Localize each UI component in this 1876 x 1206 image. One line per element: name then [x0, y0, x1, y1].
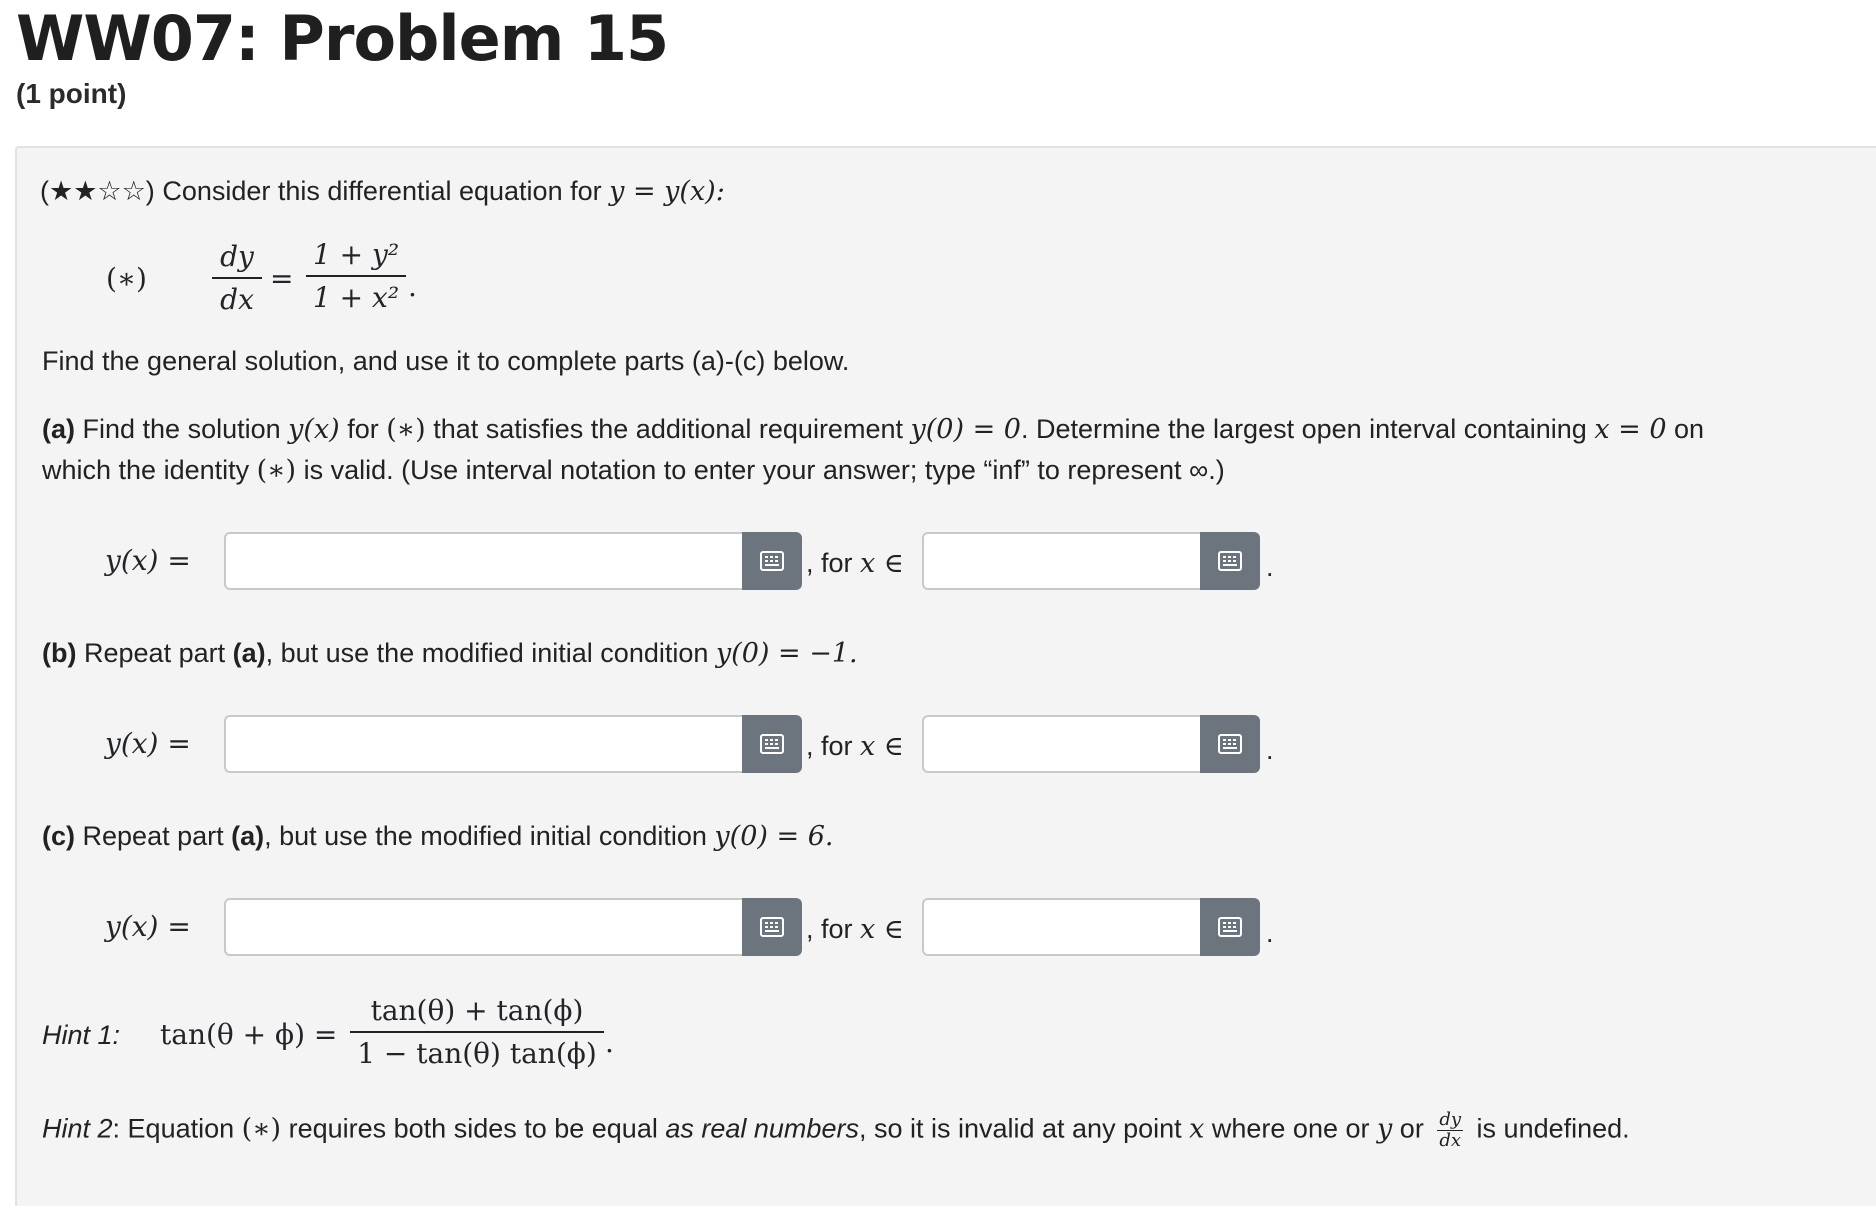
hint2-text: where one or: [1211, 1113, 1370, 1144]
grid-icon: [1218, 551, 1242, 571]
part-a-text: is valid. (Use interval notation to ente…: [303, 455, 1225, 485]
answer-b-function-input[interactable]: [224, 715, 744, 773]
part-a-math: x = 0: [1594, 414, 1667, 445]
part-a-text: which the identity: [42, 455, 250, 485]
part-a-text: Find the solution: [82, 414, 281, 444]
for-text: , for: [806, 914, 853, 944]
hint2-line: Hint 2: Equation (∗) requires both sides…: [42, 1110, 1630, 1151]
answer-c-end: .: [1266, 918, 1274, 948]
page-title: WW07: Problem 15: [16, 2, 669, 75]
part-c-label: (c): [42, 821, 75, 851]
hint2-label: Hint 2: [42, 1113, 113, 1144]
hint2-text: or: [1399, 1113, 1424, 1144]
intro-line: (★★☆☆) Consider this differential equati…: [40, 176, 725, 207]
grid-icon: [760, 917, 784, 937]
equation-editor-button[interactable]: [1200, 715, 1260, 773]
hint2-math: y: [1377, 1113, 1393, 1145]
rhs-numerator: 1 + y²: [306, 238, 406, 277]
equation-editor-button[interactable]: [742, 898, 802, 956]
intro-text: Consider this differential equation for: [162, 176, 602, 206]
in-math: x ∈: [860, 548, 904, 579]
hint2-text: is undefined.: [1476, 1113, 1630, 1144]
hint1-denominator: 1 − tan(θ) tan(ϕ): [357, 1037, 597, 1070]
hint2-text: , so it is invalid at any point: [858, 1113, 1182, 1144]
part-b-math: y(0) = −1.: [715, 638, 858, 669]
hint2-text: : Equation: [112, 1113, 235, 1144]
grid-icon: [1218, 917, 1242, 937]
equation-equals: =: [270, 262, 294, 295]
part-b-line: (b) Repeat part (a), but use the modifie…: [42, 638, 858, 669]
equation-label: (∗): [106, 262, 147, 295]
equation-end: .: [408, 270, 417, 303]
answer-c-lhs: y(x) =: [105, 910, 191, 943]
equation-rhs-fraction: 1 + y² 1 + x²: [306, 238, 406, 314]
answer-a-function-input[interactable]: [224, 532, 744, 590]
part-a-text: on: [1674, 414, 1705, 444]
equation-editor-button[interactable]: [1200, 532, 1260, 590]
part-a-math: (∗): [386, 414, 426, 445]
grid-icon: [760, 551, 784, 571]
hint2-fraction: dy dx: [1437, 1109, 1464, 1151]
answer-a-lhs: y(x) =: [105, 544, 191, 577]
answer-b-interval-input[interactable]: [922, 715, 1202, 773]
part-a-math: (∗): [256, 455, 297, 486]
answer-a-for: , for x ∈: [806, 548, 904, 579]
hint1-label: Hint 1:: [42, 1020, 121, 1050]
hint2-frac-den: dx: [1439, 1130, 1462, 1151]
part-a-text: for: [347, 414, 379, 444]
answer-b-for: , for x ∈: [806, 731, 904, 762]
answer-a-end: .: [1266, 552, 1274, 582]
part-c-text: Repeat part: [82, 821, 224, 851]
part-c-text: , but use the modified initial condition: [264, 821, 707, 851]
part-a-text: . Determine the largest open interval co…: [1020, 414, 1587, 444]
hint1-numerator: tan(θ) + tan(ϕ): [350, 994, 604, 1033]
lhs-numerator: dy: [212, 240, 262, 279]
part-a-line2: which the identity (∗) is valid. (Use in…: [42, 455, 1225, 486]
grid-icon: [1218, 734, 1242, 754]
in-math: x ∈: [860, 914, 904, 945]
hint1-lhs: tan(θ + ϕ) =: [160, 1018, 338, 1051]
answer-c-function-input[interactable]: [224, 898, 744, 956]
in-math: x ∈: [860, 731, 904, 762]
equation-lhs-fraction: dy dx: [212, 240, 262, 316]
hint2-frac-num: dy: [1437, 1109, 1464, 1131]
part-c-line: (c) Repeat part (a), but use the modifie…: [42, 821, 833, 852]
part-b-label: (b): [42, 638, 77, 668]
lhs-denominator: dx: [220, 283, 254, 316]
part-a-text: that satisfies the additional requiremen…: [433, 414, 903, 444]
answer-b-lhs: y(x) =: [105, 727, 191, 760]
difficulty-stars: (★★☆☆): [40, 176, 155, 206]
part-a-label: (a): [42, 414, 75, 444]
equation-editor-button[interactable]: [742, 532, 802, 590]
for-text: , for: [806, 731, 853, 761]
part-a-line1: (a) Find the solution y(x) for (∗) that …: [42, 414, 1704, 445]
answer-b-end: .: [1266, 735, 1274, 765]
part-a-math: y(0) = 0: [910, 414, 1021, 445]
part-b-ref: (a): [232, 638, 266, 668]
hint1-fraction: tan(θ) + tan(ϕ) 1 − tan(θ) tan(ϕ): [350, 994, 604, 1070]
grid-icon: [760, 734, 784, 754]
equation-editor-button[interactable]: [742, 715, 802, 773]
hint1-end: .: [605, 1026, 614, 1059]
answer-c-for: , for x ∈: [806, 914, 904, 945]
hint2-text: requires both sides to be equal: [288, 1113, 658, 1144]
part-c-math: y(0) = 6.: [714, 821, 834, 852]
answer-a-interval-input[interactable]: [922, 532, 1202, 590]
for-text: , for: [806, 548, 853, 578]
part-b-text: , but use the modified initial condition: [265, 638, 709, 668]
hint2-math: x: [1189, 1113, 1205, 1145]
hint2-emphasis: as real numbers: [665, 1113, 859, 1144]
hint2-math: (∗): [241, 1113, 282, 1145]
rhs-denominator: 1 + x²: [312, 281, 400, 314]
part-c-ref: (a): [231, 821, 265, 851]
answer-c-interval-input[interactable]: [922, 898, 1202, 956]
part-b-text: Repeat part: [84, 638, 226, 668]
part-a-math: y(x): [288, 414, 340, 445]
general-instruction: Find the general solution, and use it to…: [42, 346, 850, 376]
intro-math: y = y(x):: [609, 176, 725, 207]
equation-editor-button[interactable]: [1200, 898, 1260, 956]
points-label: (1 point): [16, 78, 127, 109]
